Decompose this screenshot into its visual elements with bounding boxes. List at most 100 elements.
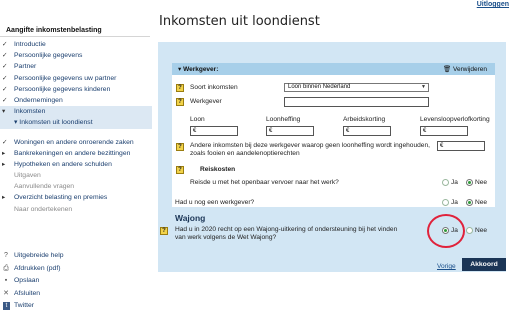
help-icon[interactable]: ? <box>176 166 184 174</box>
wage-tax-label: Loonheffing <box>266 116 301 123</box>
employer-name-input[interactable] <box>284 97 429 107</box>
employer-header[interactable]: ▾ Werkgever: 🗑 Verwijderen <box>172 63 495 75</box>
help-link[interactable]: ? Uitgebreide help <box>0 250 152 263</box>
print-link-label: Afdrukken (pdf) <box>14 264 61 272</box>
wajong-no-radio[interactable] <box>466 227 473 234</box>
save-link[interactable]: ▪ Opslaan <box>0 275 152 288</box>
close-icon: ✕ <box>3 289 9 297</box>
sidebar-item-label: Inkomsten <box>14 108 46 116</box>
employment-credit-label: Arbeidskorting <box>343 116 386 123</box>
print-icon: ⎙ <box>3 264 9 272</box>
sidebar-item-bankrekeningen[interactable]: ▸ Bankrekeningen en andere bezittingen <box>0 148 152 159</box>
sidebar-item-uitgaven: Uitgaven <box>0 170 152 181</box>
other-employer-yes-radio[interactable] <box>442 199 449 206</box>
employment-credit-input[interactable]: € <box>343 126 391 136</box>
travel-costs-question: Reisde u met het openbaar vervoer naar h… <box>190 179 339 186</box>
page-title: Inkomsten uit loondienst <box>159 14 320 29</box>
sidebar-item-ondernemingen[interactable]: ✓ Ondernemingen <box>0 95 152 106</box>
help-icon[interactable]: ? <box>160 227 168 235</box>
help-link-label: Uitgebreide help <box>14 252 64 259</box>
close-link[interactable]: ✕ Afsluiten <box>0 288 152 301</box>
income-type-label: Soort inkomsten <box>190 84 238 91</box>
sidebar-item-overzicht[interactable]: ▸ Overzicht belasting en premies <box>0 192 152 203</box>
sidebar-item-inkomsten-loondienst[interactable]: ▾ Inkomsten uit loondienst <box>0 117 152 129</box>
sidebar-item-woningen[interactable]: ✓ Woningen en andere onroerende zaken <box>0 137 152 148</box>
income-type-value: Loon binnen Nederland <box>288 84 351 90</box>
sidebar-item-inkomsten[interactable]: ▾ Inkomsten <box>0 106 152 118</box>
chevron-down-icon: ▾ <box>2 108 6 116</box>
delete-employer-button[interactable]: 🗑 Verwijderen <box>443 65 487 73</box>
twitter-link[interactable]: t Twitter <box>0 301 34 311</box>
other-employer-question: Had u nog een werkgever? <box>175 199 255 206</box>
sidebar-item-label: Aanvullende vragen <box>14 183 75 191</box>
sidebar-item-label: Persoonlijke gegevens uw partner <box>14 74 117 82</box>
travel-no-radio[interactable] <box>466 179 473 186</box>
help-icon[interactable]: ? <box>176 98 184 106</box>
sidebar-item-label: Overzicht belasting en premies <box>14 194 108 202</box>
other-employer-no-label: Nee <box>475 199 488 206</box>
sidebar-divider <box>0 36 150 37</box>
chevron-right-icon: ▸ <box>2 194 6 202</box>
print-link[interactable]: ⎙ Afdrukken (pdf) <box>0 263 152 276</box>
twitter-icon: t <box>3 302 10 310</box>
sidebar-item-gegevens-kinderen[interactable]: ✓ Persoonlijke gegevens kinderen <box>0 84 152 95</box>
sidebar-item-label: Persoonlijke gegevens <box>14 52 83 60</box>
life-course-credit-input[interactable]: € <box>420 126 468 136</box>
sidebar-item-label: Bankrekeningen en andere bezittingen <box>14 149 131 157</box>
wajong-title: Wajong <box>175 213 206 223</box>
sidebar-item-label: Uitgaven <box>14 172 41 180</box>
income-type-select[interactable]: Loon binnen Nederland ▼ <box>284 83 429 92</box>
wage-tax-input[interactable]: € <box>266 126 314 136</box>
sidebar-item-gegevens-partner[interactable]: ✓ Persoonlijke gegevens uw partner <box>0 73 152 84</box>
sidebar-item-label: Partner <box>14 63 37 71</box>
wajong-question-line2: van werk volgens de Wet Wajong? <box>175 234 277 241</box>
sidebar-item-label: Persoonlijke gegevens kinderen <box>14 85 111 93</box>
life-course-credit-label: Levensloopverlofkorting <box>420 116 490 123</box>
sidebar-item-label: Woningen en andere onroerende zaken <box>14 138 134 146</box>
save-link-label: Opslaan <box>14 277 40 284</box>
sidebar-item-label: Introductie <box>14 41 46 48</box>
help-icon: ? <box>4 252 8 259</box>
chevron-right-icon: ▸ <box>2 160 6 168</box>
other-income-label-line1: Andere inkomsten bij deze werkgever waar… <box>190 142 430 149</box>
check-icon: ✓ <box>2 96 8 104</box>
help-icon[interactable]: ? <box>176 143 184 151</box>
other-income-input[interactable]: € <box>437 141 485 151</box>
sidebar-item-persoonlijke-gegevens[interactable]: ✓ Persoonlijke gegevens <box>0 50 152 61</box>
help-icon[interactable]: ? <box>176 84 184 92</box>
travel-no-label: Nee <box>475 179 488 186</box>
wajong-no-label: Nee <box>475 227 488 234</box>
travel-costs-title: Reiskosten <box>200 166 236 173</box>
wage-input[interactable]: € <box>190 126 238 136</box>
other-employer-no-radio[interactable] <box>466 199 473 206</box>
sidebar-item-ondertekenen: Naar ondertekenen <box>0 204 152 215</box>
sidebar-item-label: Naar ondertekenen <box>14 205 73 213</box>
close-link-label: Afsluiten <box>14 289 41 297</box>
other-income-label-line2: zoals fooien en aandelenoptierechten <box>190 150 300 157</box>
next-button[interactable]: Akkoord <box>462 258 506 271</box>
check-icon: ✓ <box>2 138 8 146</box>
check-icon: ✓ <box>2 85 8 93</box>
sidebar-item-hypotheken[interactable]: ▸ Hypotheken en andere schulden <box>0 159 152 170</box>
sidebar-nav: ✓ Introductie ✓ Persoonlijke gegevens ✓ Par… <box>0 39 152 215</box>
check-icon: ✓ <box>2 52 8 60</box>
employer-name-label: Werkgever <box>190 98 222 105</box>
chevron-down-icon: ▼ <box>421 84 426 90</box>
wajong-question-line1: Had u in 2020 recht op een Wajong-uitker… <box>175 226 398 233</box>
sidebar-item-partner[interactable]: ✓ Partner <box>0 61 152 72</box>
sidebar-title: Aangifte inkomstenbelasting <box>6 27 102 34</box>
travel-yes-radio[interactable] <box>442 179 449 186</box>
employer-header-label: ▾ Werkgever: <box>178 66 219 73</box>
check-icon: ✓ <box>2 41 8 48</box>
sidebar-item-aanvullende-vragen: Aanvullende vragen <box>0 181 152 192</box>
sidebar-item-introductie[interactable]: ✓ Introductie <box>0 39 152 50</box>
check-icon: ✓ <box>2 74 8 82</box>
back-link[interactable]: Vorige <box>437 263 456 270</box>
annotation-circle <box>427 214 465 248</box>
logout-link[interactable]: Uitloggen <box>477 1 509 8</box>
twitter-label: Twitter <box>14 302 35 309</box>
travel-yes-label: Ja <box>451 179 458 186</box>
chevron-right-icon: ▸ <box>2 149 6 157</box>
sidebar-item-label: Ondernemingen <box>14 96 63 104</box>
wage-label: Loon <box>190 116 205 123</box>
